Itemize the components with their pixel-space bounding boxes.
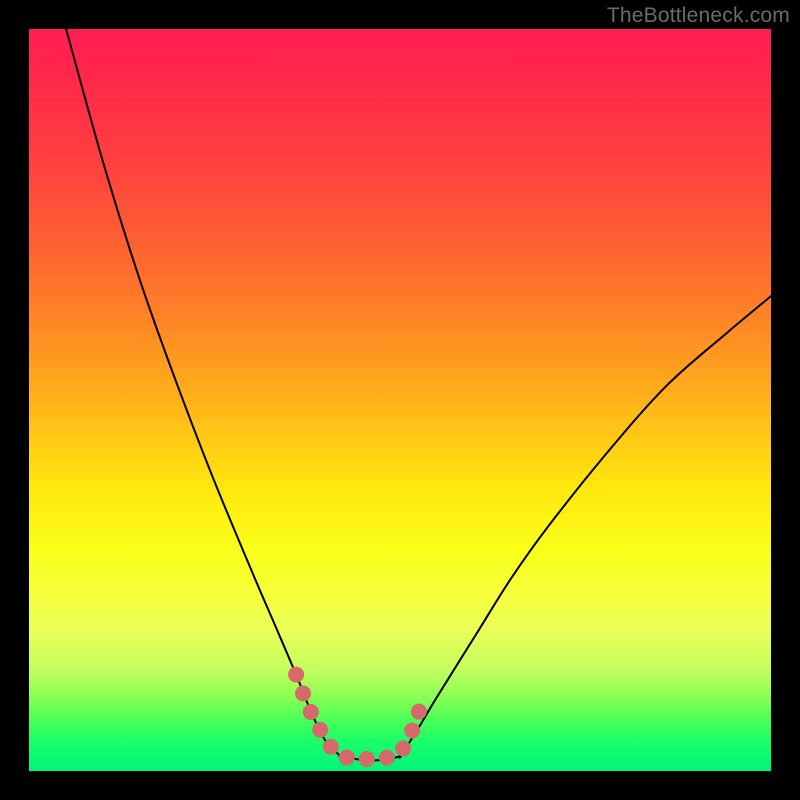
- chart-stage: TheBottleneck.com: [0, 0, 800, 800]
- watermark-text: TheBottleneck.com: [607, 4, 790, 28]
- bottleneck-marker: [296, 675, 424, 760]
- plot-area: [29, 29, 771, 771]
- curve-layer: [29, 29, 771, 771]
- bottleneck-curve: [66, 29, 771, 760]
